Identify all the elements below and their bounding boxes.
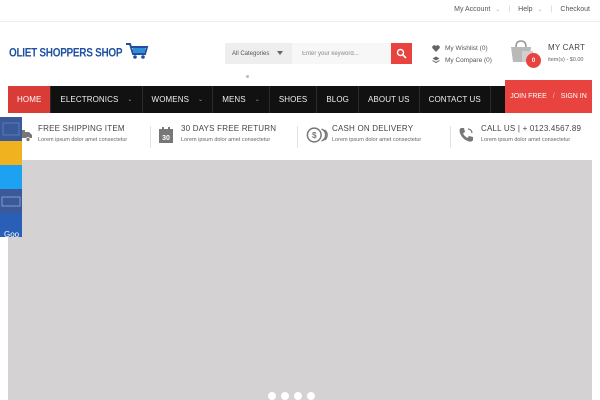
wishlist-link[interactable]: My Wishlist (0) (431, 42, 492, 54)
feature-subtitle: Lorem ipsum dolor amet consectetur (332, 137, 422, 143)
search-input[interactable] (292, 43, 391, 64)
share-icon (1, 196, 21, 207)
nav-item-mens[interactable]: MENS ⌄ (213, 86, 270, 113)
coins-icon: $ (306, 124, 328, 146)
top-bar: My Account ⌄ | Help ⌄ | Checkout (0, 0, 600, 22)
top-links: My Account ⌄ | Help ⌄ | Checkout (454, 6, 590, 13)
google-share-label[interactable]: Goo (4, 230, 19, 239)
compare-link[interactable]: My Compare (0) (431, 54, 492, 66)
twitter-share-button[interactable] (0, 165, 22, 189)
checkout-label: Checkout (560, 6, 590, 13)
category-select-value: All Categories (232, 50, 270, 57)
cart-count-badge: 0 (526, 53, 541, 68)
feature-cash-on-delivery: $ CASH ON DELIVERY Lorem ipsum dolor ame… (306, 124, 421, 146)
feature-divider (150, 126, 151, 148)
cart-title: MY CART (548, 43, 586, 52)
slider-dot[interactable] (281, 392, 289, 400)
nav-item-womens[interactable]: WOMENS ⌄ (143, 86, 214, 113)
slider-dot[interactable] (268, 392, 276, 400)
nav-item-label: MENS (222, 95, 246, 104)
nav-item-shoes[interactable]: SHOES (270, 86, 318, 113)
nav-item-label: SHOES (278, 95, 308, 104)
chevron-down-icon: ⌄ (254, 97, 260, 103)
feature-title: CASH ON DELIVERY (332, 124, 414, 133)
feature-text: CASH ON DELIVERY Lorem ipsum dolor amet … (332, 124, 421, 146)
svg-text:30: 30 (162, 135, 170, 142)
feature-divider (297, 126, 298, 148)
top-separator: | (508, 6, 511, 13)
slider-dot[interactable] (294, 392, 302, 400)
chevron-down-icon: ⌄ (127, 97, 133, 103)
category-select[interactable]: All Categories (225, 43, 292, 64)
nav-item-label: CONTACT US (428, 95, 481, 104)
feature-free-shipping: FREE SHIPPING ITEM Lorem ipsum dolor ame… (12, 124, 127, 146)
feature-text: 30 DAYS FREE RETURN Lorem ipsum dolor am… (181, 124, 276, 146)
feature-strip: FREE SHIPPING ITEM Lorem ipsum dolor ame… (0, 124, 600, 150)
nav-item-about-us[interactable]: ABOUT US (359, 86, 420, 113)
feature-title: CALL US | + 0123.4567.89 (481, 124, 582, 133)
compare-label: My Compare (0) (445, 56, 492, 64)
caret-down-icon (277, 51, 283, 55)
feature-subtitle: Lorem ipsum dolor amet consectetur (481, 137, 571, 143)
facebook-icon (2, 122, 20, 136)
layers-icon (431, 56, 441, 64)
feature-subtitle: Lorem ipsum dolor amet consectetur (38, 137, 128, 143)
nav-item-label: ELECTRONICS (60, 95, 119, 104)
account-actions: JOIN FREE / SIGN IN (505, 80, 592, 113)
chevron-down-icon: ⌄ (537, 7, 543, 13)
help-link[interactable]: Help ⌄ (518, 6, 542, 13)
page: My Account ⌄ | Help ⌄ | Checkout OLIET S… (0, 0, 600, 400)
linkedin-share-button[interactable] (0, 189, 22, 213)
nav-item-label: WOMENS (151, 95, 190, 104)
calendar-30-icon: 30 (155, 124, 177, 146)
social-share-bar: Goo (0, 117, 22, 239)
phone-icon (455, 124, 477, 146)
site-logo[interactable]: OLIET SHOPPERS SHOP (9, 42, 149, 65)
nav-item-contact-us[interactable]: CONTACT US (420, 86, 491, 113)
join-free-link[interactable]: JOIN FREE (510, 93, 547, 100)
feature-text: CALL US | + 0123.4567.89 Lorem ipsum dol… (481, 124, 581, 146)
feature-title: FREE SHIPPING ITEM (38, 124, 125, 133)
share-button-yellow[interactable] (0, 141, 22, 165)
feature-subtitle: Lorem ipsum dolor amet consectetur (181, 137, 271, 143)
nav-item-label: ABOUT US (368, 95, 410, 104)
facebook-share-button[interactable] (0, 117, 22, 141)
slider-pagination (268, 392, 320, 400)
chevron-down-icon: ⌄ (495, 7, 501, 13)
checkout-link[interactable]: Checkout (560, 6, 590, 13)
nav-item-label: HOME (17, 95, 42, 104)
feature-title: 30 DAYS FREE RETURN (181, 124, 277, 133)
account-separator: / (552, 93, 555, 100)
help-label: Help (518, 6, 533, 13)
mini-cart[interactable]: 0 MY CART item(s) - $0.00 (507, 38, 597, 70)
nav-item-label: BLOG (326, 95, 349, 104)
decorative-dot (246, 75, 249, 78)
slider-dot[interactable] (307, 392, 315, 400)
feature-divider (450, 126, 451, 148)
my-account-label: My Account (454, 6, 491, 13)
search-icon (396, 48, 407, 59)
search-bar: All Categories (225, 43, 412, 64)
feature-free-return: 30 30 DAYS FREE RETURN Lorem ipsum dolor… (155, 124, 276, 146)
shopping-cart-logo-icon (125, 42, 149, 65)
logo-text: OLIET SHOPPERS SHOP (9, 47, 123, 60)
top-separator: | (550, 6, 553, 13)
chevron-down-icon: ⌄ (198, 97, 204, 103)
heart-icon (431, 44, 441, 52)
my-account-link[interactable]: My Account ⌄ (454, 6, 500, 13)
cart-summary: item(s) - $0.00 (548, 57, 584, 63)
nav-item-home[interactable]: HOME (8, 86, 52, 113)
svg-text:$: $ (312, 131, 317, 140)
feature-call-us: CALL US | + 0123.4567.89 Lorem ipsum dol… (455, 124, 581, 146)
wishlist-label: My Wishlist (0) (445, 44, 488, 52)
hero-slider[interactable] (8, 160, 592, 400)
nav-item-electronics[interactable]: ELECTRONICS ⌄ (51, 86, 143, 113)
feature-text: FREE SHIPPING ITEM Lorem ipsum dolor ame… (38, 124, 127, 146)
search-button[interactable] (391, 43, 412, 64)
sign-in-link[interactable]: SIGN IN (561, 93, 587, 100)
wishlist-compare: My Wishlist (0) My Compare (0) (431, 42, 492, 66)
nav-item-blog[interactable]: BLOG (317, 86, 359, 113)
